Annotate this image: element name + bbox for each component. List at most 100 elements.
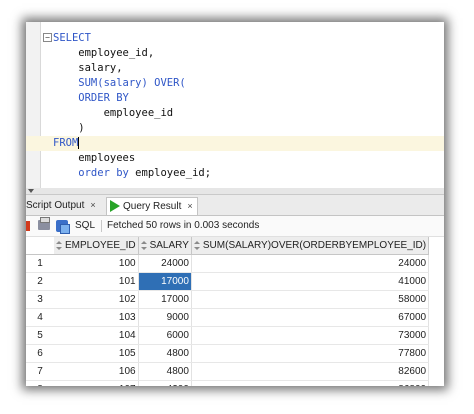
collapse-arrow-icon[interactable] (28, 189, 34, 193)
code-line-2: employee_id, (53, 46, 444, 61)
cell-running-sum[interactable]: 24000 (191, 254, 430, 273)
row-number: 8 (26, 380, 54, 386)
code-line-6: employee_id (53, 106, 444, 121)
keyword: SELECT (53, 32, 91, 44)
cell-employee-id[interactable]: 104 (54, 326, 139, 345)
empty-cell (429, 327, 444, 345)
code-line-9: employees (53, 151, 444, 166)
column-label: SALARY (149, 240, 189, 251)
empty-cell (429, 273, 444, 291)
close-icon[interactable]: × (90, 200, 95, 210)
cell-salary[interactable]: 6000 (138, 326, 192, 345)
sql-developer-window: − SELECT employee_id, salary, SUM(salary… (26, 22, 444, 386)
code-text: employee_id; (128, 167, 212, 179)
sql-editor[interactable]: − SELECT employee_id, salary, SUM(salary… (26, 22, 444, 189)
code-line-1: SELECT (53, 31, 444, 46)
cell-employee-id[interactable]: 105 (54, 344, 139, 363)
table-row[interactable]: 4 103 9000 67000 (26, 308, 444, 327)
column-header-employee-id[interactable]: EMPLOYEE_ID (54, 237, 139, 255)
row-number: 3 (26, 290, 54, 309)
empty-cell (429, 345, 444, 363)
empty-cell (429, 381, 444, 387)
refresh-query-icon[interactable] (56, 220, 70, 234)
code-text: employee_id, (53, 47, 155, 59)
cell-employee-id[interactable]: 102 (54, 290, 139, 309)
cell-salary[interactable]: 4800 (138, 344, 192, 363)
cell-employee-id[interactable]: 103 (54, 308, 139, 327)
row-number: 5 (26, 326, 54, 345)
table-row[interactable]: 7 106 4800 82600 (26, 362, 444, 381)
column-header-salary[interactable]: SALARY (138, 237, 192, 255)
table-row[interactable]: 2 101 17000 41000 (26, 272, 444, 291)
table-row[interactable]: 3 102 17000 58000 (26, 290, 444, 309)
cell-salary-selected[interactable]: 17000 (138, 272, 192, 291)
empty-header-space (428, 237, 444, 255)
cell-running-sum[interactable]: 41000 (191, 272, 430, 291)
code-line-5: ORDER BY (53, 91, 444, 106)
code-text: salary, (53, 62, 123, 74)
cell-employee-id[interactable]: 107 (54, 380, 139, 386)
editor-gutter (26, 22, 41, 188)
row-number: 6 (26, 344, 54, 363)
cell-salary[interactable]: 9000 (138, 308, 192, 327)
cell-running-sum[interactable]: 58000 (191, 290, 430, 309)
fold-collapse-icon[interactable]: − (43, 33, 52, 42)
sort-icon (56, 240, 62, 250)
panel-splitter[interactable] (26, 188, 444, 195)
code-area[interactable]: SELECT employee_id, salary, SUM(salary) … (26, 31, 444, 181)
cell-salary[interactable]: 4800 (138, 362, 192, 381)
row-number: 2 (26, 272, 54, 291)
run-icon (110, 200, 120, 213)
empty-cell (429, 363, 444, 381)
cell-running-sum[interactable]: 82600 (191, 362, 430, 381)
output-tab-bar: Script Output × Query Result × (26, 195, 444, 216)
cell-running-sum[interactable]: 67000 (191, 308, 430, 327)
fetch-status: Fetched 50 rows in 0.003 seconds (107, 220, 260, 231)
result-grid[interactable]: EMPLOYEE_ID SALARY SUM(SALARY)OVER(ORDER… (26, 237, 444, 386)
cell-running-sum[interactable]: 86800 (191, 380, 430, 386)
pin-icon[interactable] (26, 221, 30, 231)
cell-running-sum[interactable]: 73000 (191, 326, 430, 345)
tab-query-result[interactable]: Query Result × (106, 197, 198, 215)
code-line-10: order by employee_id; (53, 166, 444, 181)
cell-running-sum[interactable]: 77800 (191, 344, 430, 363)
sort-icon (193, 240, 200, 250)
empty-cell (429, 309, 444, 327)
code-line-7: ) (53, 121, 444, 136)
cell-salary[interactable]: 4200 (138, 380, 192, 386)
header-row: EMPLOYEE_ID SALARY SUM(SALARY)OVER(ORDER… (26, 237, 444, 255)
print-icon[interactable] (38, 217, 50, 230)
row-number: 4 (26, 308, 54, 327)
cell-employee-id[interactable]: 106 (54, 362, 139, 381)
code-text: employee_id (53, 107, 174, 119)
column-label: SUM(SALARY)OVER(ORDERBYEMPLOYEE_ID) (202, 240, 427, 251)
table-row[interactable]: 6 105 4800 77800 (26, 344, 444, 363)
table-row[interactable]: 1 100 24000 24000 (26, 254, 444, 273)
close-icon[interactable]: × (187, 201, 192, 211)
cell-employee-id[interactable]: 101 (54, 272, 139, 291)
keyword: order by (53, 167, 129, 179)
table-row[interactable]: 5 104 6000 73000 (26, 326, 444, 345)
empty-cell (429, 255, 444, 273)
cell-employee-id[interactable]: 100 (54, 254, 139, 273)
keyword: ORDER BY (53, 92, 129, 104)
table-row[interactable]: 8 107 4200 86800 (26, 380, 444, 387)
code-line-4: SUM(salary) OVER( (53, 76, 444, 91)
tab-label: Script Output (26, 200, 85, 211)
cell-salary[interactable]: 17000 (138, 290, 192, 309)
row-number: 7 (26, 362, 54, 381)
cell-salary[interactable]: 24000 (138, 254, 192, 273)
code-text: ) (53, 122, 85, 134)
keyword: SUM(salary) OVER( (53, 77, 186, 89)
sort-icon (140, 240, 147, 250)
sql-button[interactable]: SQL (75, 220, 95, 232)
keyword: FROM (53, 137, 79, 149)
column-header-running-sum[interactable]: SUM(SALARY)OVER(ORDERBYEMPLOYEE_ID) (191, 237, 430, 255)
empty-cell (429, 291, 444, 309)
text-caret (78, 137, 80, 149)
result-toolbar: SQL Fetched 50 rows in 0.003 seconds (26, 216, 444, 237)
code-line-3: salary, (53, 61, 444, 76)
column-label: EMPLOYEE_ID (65, 240, 136, 251)
tab-script-output[interactable]: Script Output × (26, 197, 104, 214)
row-number-header (26, 237, 54, 255)
